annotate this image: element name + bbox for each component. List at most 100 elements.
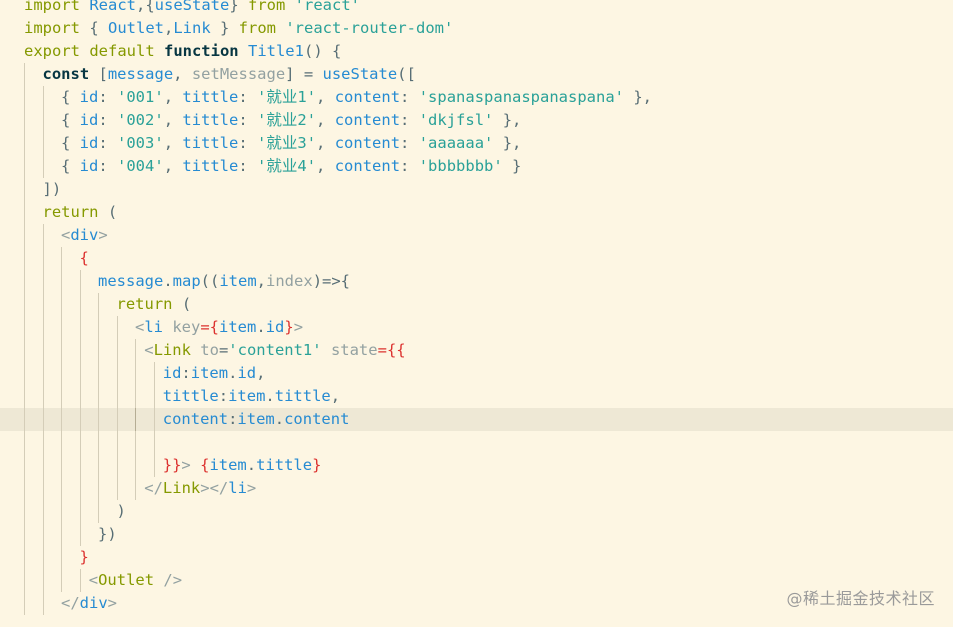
code-token: : (238, 157, 258, 175)
indent-guide (98, 500, 99, 523)
code-line[interactable]: { id: '003', tittle: '就业3', content: 'aa… (0, 132, 953, 155)
code-line[interactable]: { id: '002', tittle: '就业2', content: 'dk… (0, 109, 953, 132)
indent-guide (79, 431, 81, 454)
code-token: /> (163, 571, 183, 589)
indent-guide (98, 454, 99, 477)
code-line[interactable]: ) (0, 500, 953, 523)
code-token: id (162, 364, 182, 382)
code-token: id (79, 111, 99, 129)
code-token: index (266, 272, 313, 290)
code-token: ) (116, 502, 126, 520)
code-token: return (116, 295, 182, 313)
code-token: : (98, 134, 118, 152)
indent-guide (24, 477, 25, 500)
indent-guide (153, 431, 155, 454)
code-token: }) (98, 525, 117, 543)
code-token: id (79, 88, 99, 106)
code-line[interactable]: }}> {item.tittle} (0, 454, 953, 477)
code-line[interactable]: const [message, setMessage] = useState([ (0, 63, 953, 86)
indent-guide (42, 408, 44, 431)
code-token: item (209, 456, 247, 474)
code-line[interactable]: <li key={item.id}> (0, 316, 953, 339)
code-token: : (238, 134, 258, 152)
code-line-text: <Link to='content1' state={{ (144, 339, 405, 362)
code-editor[interactable]: import React,{useState} from 'react' impo… (0, 0, 953, 627)
code-token: { (61, 134, 80, 152)
code-token: : (400, 134, 419, 152)
indent-guide (135, 362, 136, 385)
code-area[interactable]: import React,{useState} from 'react' impo… (0, 0, 953, 615)
code-line-text: <Outlet /> (89, 569, 182, 592)
indent-guide (24, 270, 25, 293)
indent-guide (24, 339, 25, 362)
code-line-text: export default function Title1() { (24, 40, 341, 63)
code-line[interactable]: tittle:item.tittle, (0, 385, 953, 408)
indent-guide (135, 477, 136, 500)
indent-guide (116, 316, 118, 339)
indent-guide (61, 316, 62, 339)
code-line-text: { id: '001', tittle: '就业1', content: 'sp… (61, 86, 652, 109)
code-token: useState (322, 65, 398, 83)
indent-guide (135, 431, 136, 454)
code-token: }} (162, 456, 182, 474)
code-line[interactable]: { id: '004', tittle: '就业4', content: 'bb… (0, 155, 953, 178)
indent-guide (79, 339, 81, 362)
code-token: { (79, 249, 89, 267)
indent-guide (79, 385, 81, 408)
code-token: . (246, 456, 257, 474)
code-token: , (256, 364, 266, 382)
code-token: Link (162, 479, 201, 497)
code-token: [ (98, 65, 108, 83)
code-line[interactable]: </Link></li> (0, 477, 953, 500)
code-token: }, (493, 111, 522, 129)
indent-guide (42, 546, 44, 569)
code-token: message (107, 65, 174, 83)
code-line[interactable]: return ( (0, 201, 953, 224)
indent-guide (42, 569, 44, 592)
code-token: < (88, 571, 99, 589)
indent-guide (135, 385, 136, 408)
indent-guide (61, 454, 62, 477)
indent-guide (24, 431, 25, 454)
code-token: item (219, 318, 257, 336)
code-token: tittle (182, 88, 239, 106)
code-token: default (89, 42, 164, 60)
indent-guide (98, 293, 99, 316)
indent-guide (116, 454, 118, 477)
code-line[interactable]: <div> (0, 224, 953, 247)
code-token: return (42, 203, 108, 221)
code-line[interactable]: <Link to='content1' state={{ (0, 339, 953, 362)
code-line[interactable]: } (0, 546, 953, 569)
code-line[interactable]: id:item.id, (0, 362, 953, 385)
code-token: li (228, 479, 247, 497)
code-line[interactable]: message.map((item,index)=>{ (0, 270, 953, 293)
indent-guide (42, 385, 44, 408)
code-token: , (316, 111, 335, 129)
code-token: key (172, 318, 201, 336)
code-line[interactable] (0, 431, 953, 454)
code-line[interactable]: import { Outlet,Link } from 'react-route… (0, 17, 953, 40)
code-token: , (330, 387, 341, 405)
code-line-text: import { Outlet,Link } from 'react-route… (24, 17, 453, 40)
indent-guide (61, 247, 62, 270)
code-token: '004' (117, 157, 164, 175)
code-line[interactable]: { (0, 247, 953, 270)
code-token: '003' (117, 134, 164, 152)
code-line-text: id:item.id, (163, 362, 266, 385)
indent-guide (24, 86, 25, 109)
code-token: setMessage (191, 65, 286, 83)
indent-guide (116, 385, 118, 408)
code-line[interactable]: import React,{useState} from 'react' (0, 0, 953, 17)
code-token: : (238, 111, 258, 129)
code-line[interactable]: { id: '001', tittle: '就业1', content: 'sp… (0, 86, 953, 109)
code-line[interactable]: }) (0, 523, 953, 546)
code-line[interactable]: export default function Title1() { (0, 40, 953, 63)
code-line[interactable]: ]) (0, 178, 953, 201)
code-token: > (181, 456, 201, 474)
code-token: item (228, 387, 266, 405)
indent-guide (61, 477, 62, 500)
code-token: , (316, 134, 335, 152)
indent-guide (98, 362, 99, 385)
code-line[interactable]: return ( (0, 293, 953, 316)
code-line[interactable]: content:item.content (0, 408, 953, 431)
